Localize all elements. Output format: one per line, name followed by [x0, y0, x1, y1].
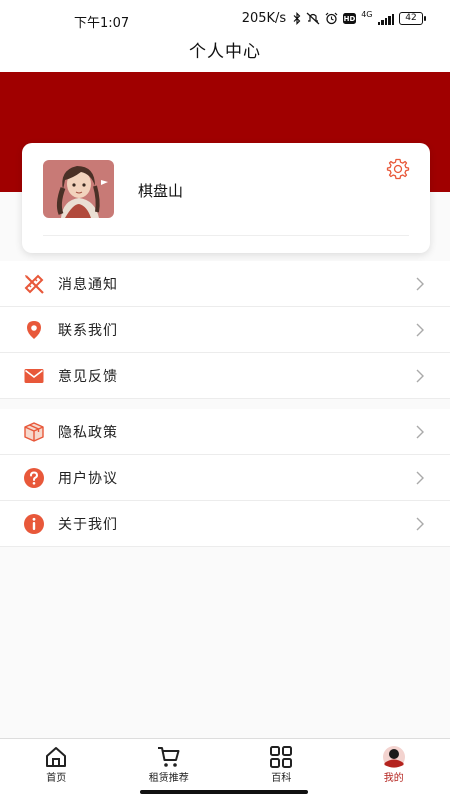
chevron-right-icon [416, 517, 424, 531]
network-speed: 205K/s [241, 11, 287, 26]
mute-icon [306, 12, 320, 25]
status-time: 下午1:07 [74, 16, 130, 31]
nav-label: 百科 [271, 773, 292, 784]
question-icon [24, 468, 44, 488]
menu-label: 关于我们 [58, 516, 118, 533]
title-bar: 个人中心 [0, 36, 450, 72]
nav-item-mine[interactable]: 我的 [338, 739, 450, 800]
location-pin-icon [27, 321, 41, 339]
cart-icon [157, 747, 180, 767]
chevron-right-icon [416, 369, 424, 383]
battery-icon: 42 [399, 12, 426, 25]
info-icon [24, 514, 44, 534]
nav-label: 我的 [383, 773, 404, 784]
mail-icon [24, 369, 44, 383]
bluetooth-icon [293, 12, 301, 25]
menu-label: 联系我们 [58, 322, 118, 339]
menu-item-privacy[interactable]: 隐私政策 [0, 409, 450, 455]
status-icons: 205K/s HD 4G 42 [241, 9, 426, 26]
menu-item-contact[interactable]: 联系我们 [0, 307, 450, 353]
chevron-right-icon [416, 277, 424, 291]
nav-item-home[interactable]: 首页 [0, 739, 113, 800]
menu-item-feedback[interactable]: 意见反馈 [0, 353, 450, 399]
profile-card: 棋盘山 [22, 143, 430, 253]
nav-label: 租赁推荐 [148, 773, 189, 784]
home-indicator[interactable] [140, 790, 308, 794]
network-type: 4G [361, 9, 373, 19]
status-bar: 下午1:07 205K/s HD 4G 42 [0, 0, 450, 36]
battery-level: 42 [399, 12, 423, 25]
hd-icon: HD [343, 13, 357, 24]
ruler-pencil-icon [24, 274, 44, 294]
menu-label: 意见反馈 [58, 368, 118, 385]
menu-group-2: 隐私政策 用户协议 关于我们 [0, 409, 450, 547]
home-icon [46, 747, 67, 767]
chevron-right-icon [416, 425, 424, 439]
menu-label: 用户协议 [58, 470, 118, 487]
menu-item-user-agreement[interactable]: 用户协议 [0, 455, 450, 501]
username: 棋盘山 [138, 182, 184, 200]
menu-label: 消息通知 [58, 276, 118, 293]
menu-item-notifications[interactable]: 消息通知 [0, 261, 450, 307]
card-divider [43, 235, 409, 236]
box-icon [24, 422, 44, 442]
chevron-right-icon [416, 323, 424, 337]
menu-group-1: 消息通知 联系我们 意见反馈 [0, 261, 450, 399]
alarm-icon [325, 12, 338, 25]
signal-icon [377, 13, 394, 25]
nav-label: 首页 [46, 773, 67, 784]
menu-item-about[interactable]: 关于我们 [0, 501, 450, 547]
gear-icon[interactable] [386, 157, 410, 181]
chevron-right-icon [416, 471, 424, 485]
svg-text:HD: HD [344, 15, 356, 23]
grid-icon [270, 746, 293, 768]
page-title: 个人中心 [189, 42, 261, 62]
menu-label: 隐私政策 [58, 424, 118, 441]
user-icon [382, 746, 405, 768]
avatar[interactable] [43, 160, 114, 218]
